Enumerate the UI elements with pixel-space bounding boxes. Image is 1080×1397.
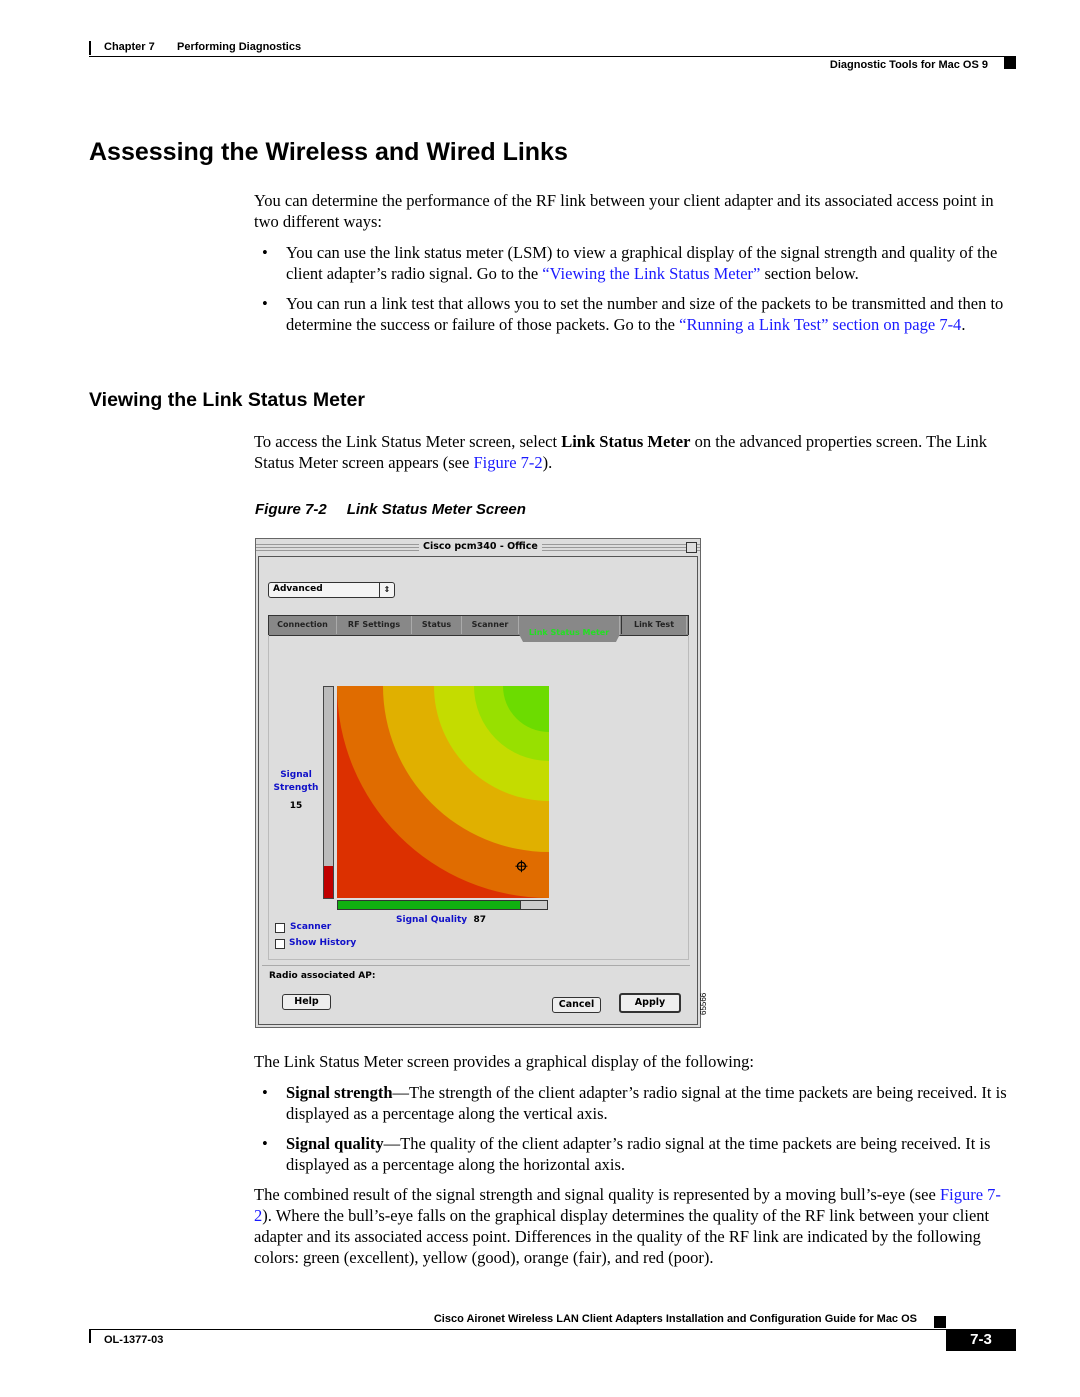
document-page: Chapter 7 Performing Diagnostics Diagnos…: [0, 0, 1080, 1397]
access-paragraph: To access the Link Status Meter screen, …: [254, 432, 988, 472]
view-dropdown[interactable]: Advanced ⇕: [268, 582, 395, 598]
intro-paragraph: You can determine the performance of the…: [254, 191, 994, 231]
final-paragraph: The combined result of the signal streng…: [254, 1185, 1001, 1267]
page-title: Assessing the Wireless and Wired Links: [89, 138, 568, 166]
list-item: • You can run a link test that allows yo…: [262, 294, 1004, 334]
dropdown-value: Advanced: [273, 584, 323, 594]
show-history-checkbox[interactable]: [275, 939, 285, 949]
signal-quality-label: Signal Quality: [396, 915, 468, 925]
page-number: 7-3: [946, 1329, 1016, 1351]
tab-link-test[interactable]: Link Test: [621, 616, 687, 634]
header-rule: [89, 56, 1016, 57]
scanner-checkbox-label[interactable]: Scanner: [290, 922, 331, 932]
link-quality-graph: [337, 686, 549, 898]
tab-bar: Connection RF Settings Status Scanner Li…: [268, 615, 689, 642]
apply-button[interactable]: Apply: [619, 993, 681, 1013]
section-heading: Viewing the Link Status Meter: [89, 389, 365, 411]
help-button[interactable]: Help: [282, 994, 331, 1010]
header-bar: [89, 41, 91, 55]
signal-strength-fill: [324, 866, 333, 898]
header-block: [1004, 57, 1016, 69]
tab-connection[interactable]: Connection: [269, 616, 337, 634]
doc-number: OL-1377-03: [104, 1334, 164, 1346]
collapse-box-icon[interactable]: [686, 542, 697, 553]
after-paragraph: The Link Status Meter screen provides a …: [254, 1052, 754, 1071]
signal-strength-label: Signal Strength: [273, 770, 319, 793]
signal-quality-bar: [337, 900, 548, 910]
list-item: • You can use the link status meter (LSM…: [262, 243, 998, 283]
figure-link[interactable]: Figure 7-2: [473, 453, 542, 472]
list-item: • Signal quality—The quality of the clien…: [262, 1134, 991, 1174]
chapter-label: Chapter 7: [104, 41, 155, 53]
tab-status[interactable]: Status: [412, 616, 462, 634]
signal-strength-bar: [323, 686, 334, 899]
signal-quality-fill: [338, 901, 521, 909]
scanner-checkbox[interactable]: [275, 923, 285, 933]
tab-rf-settings[interactable]: RF Settings: [337, 616, 412, 634]
footer-title: Cisco Aironet Wireless LAN Client Adapte…: [433, 1313, 917, 1325]
list-item: • Signal strength—The strength of the cli…: [262, 1083, 1007, 1123]
tab-scanner[interactable]: Scanner: [462, 616, 519, 634]
show-history-checkbox-label[interactable]: Show History: [289, 938, 356, 948]
cancel-button[interactable]: Cancel: [552, 997, 601, 1013]
chapter-title: Performing Diagnostics: [177, 41, 302, 53]
link-running-link-test[interactable]: “Running a Link Test” section on page 7-…: [679, 315, 961, 334]
radio-ap-label: Radio associated AP:: [269, 971, 376, 981]
art-id: 65566: [699, 992, 708, 1015]
section-label: Diagnostic Tools for Mac OS 9: [829, 59, 988, 71]
figure-caption: Figure 7-2 Link Status Meter Screen: [255, 501, 526, 518]
signal-quality-value: 87: [473, 915, 486, 925]
signal-strength-value: 15: [289, 801, 303, 811]
link-status-meter-window: Cisco pcm340 - Office Advanced ⇕ Connect…: [255, 538, 701, 1028]
window-title: Cisco pcm340 - Office: [419, 541, 542, 552]
link-viewing-lsm[interactable]: “Viewing the Link Status Meter”: [542, 264, 760, 283]
updown-arrow-icon: ⇕: [379, 583, 394, 597]
